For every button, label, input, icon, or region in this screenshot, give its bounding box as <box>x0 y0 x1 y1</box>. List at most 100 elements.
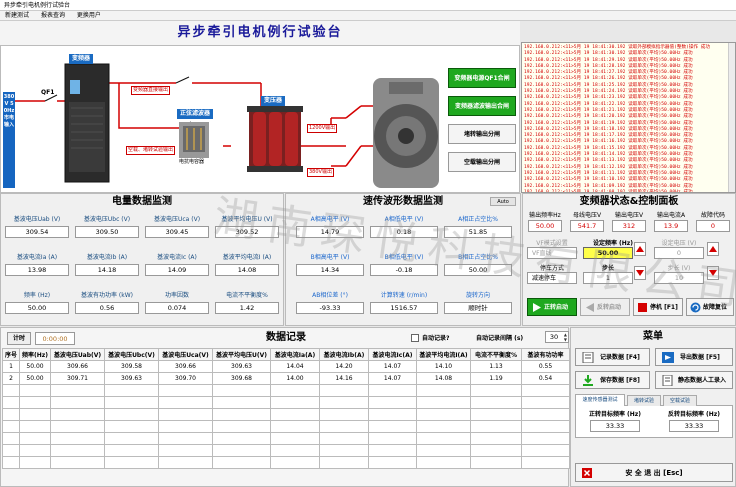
table-cell <box>470 444 522 457</box>
table-cell <box>270 384 320 397</box>
stop-mode-label: 停车方式 <box>539 265 564 272</box>
tab-speed-sensor[interactable]: 速度传感器测试 <box>575 394 625 406</box>
static-data-label: 静态数据人工录入 <box>678 377 727 384</box>
export-data-button[interactable]: 导出数据 [F5] <box>655 348 733 366</box>
step-select[interactable]: 1 <box>583 272 633 284</box>
auto-record-checkbox[interactable] <box>411 334 419 342</box>
no-load-open-button[interactable]: 空载输出分闸 <box>448 152 516 172</box>
fault-reset-button[interactable]: 故障复位 <box>686 298 734 316</box>
speed-value: 1516.57 <box>370 302 438 314</box>
column-header[interactable]: 序号 <box>2 348 20 361</box>
column-header[interactable]: 频率(Hz) <box>19 348 51 361</box>
stop-button[interactable]: 停机 [F1] <box>633 298 683 316</box>
table-cell: 14.16 <box>319 372 369 385</box>
speed-label: AB相位差 (°) <box>312 292 348 299</box>
table-cell <box>416 408 471 421</box>
column-header[interactable]: 基波电压Uab(V) <box>50 348 105 361</box>
qf1-label: QF1 <box>41 89 55 96</box>
interval-input[interactable]: 30 ▲ ▼ <box>545 331 569 343</box>
column-header[interactable]: 基波电流Ib(A) <box>319 348 369 361</box>
filter-output-close-button[interactable]: 变频器滤波输出合闸 <box>448 96 516 116</box>
sine-filter-device <box>179 122 209 158</box>
column-header[interactable]: 基波电流Ic(A) <box>368 348 417 361</box>
set-freq-input[interactable]: 50.00 <box>583 247 633 259</box>
table-cell <box>50 384 105 397</box>
table-cell: 309.68 <box>212 372 271 385</box>
log-scrollbar[interactable] <box>728 43 735 192</box>
table-cell <box>50 420 105 433</box>
event-log: 192.168.0.212:<11>5月 19 18:41:30.192 读取外… <box>521 42 736 193</box>
document-icon <box>662 375 673 386</box>
forward-start-button[interactable]: 正转启动 <box>527 298 577 316</box>
column-header[interactable]: 基波电压Uca(V) <box>158 348 213 361</box>
elec-label: 电流不平衡度% <box>226 292 268 299</box>
fwd-freq-input[interactable]: 33.33 <box>590 420 640 432</box>
table-row[interactable] <box>2 396 570 409</box>
table-cell <box>2 456 20 469</box>
tab-locked-rotor[interactable]: 堵转试验 <box>627 395 661 406</box>
table-row[interactable]: 2 50.00 309.71 309.63 309.70 309.68 14.00 14.16… <box>2 372 570 385</box>
rev-freq-input[interactable]: 33.33 <box>669 420 719 432</box>
static-data-button[interactable]: 静态数据人工录入 <box>655 371 733 389</box>
save-data-button[interactable]: 保存数据 [F8] <box>575 371 650 389</box>
table-cell: 14.10 <box>416 360 471 373</box>
table-cell <box>319 420 369 433</box>
column-header[interactable]: 基波电压Ubc(V) <box>104 348 159 361</box>
table-cell <box>368 444 417 457</box>
motor-image <box>373 78 439 188</box>
table-cell <box>2 384 20 397</box>
spinner-icon[interactable]: ▲ ▼ <box>564 332 567 342</box>
volt-down-button[interactable] <box>707 266 719 280</box>
table-cell <box>270 444 320 457</box>
set-volt-input[interactable]: 0 <box>654 247 704 259</box>
column-header[interactable]: 基波平均电压U(V) <box>212 348 271 361</box>
table-cell <box>104 420 159 433</box>
column-header[interactable]: 基波有功功率 <box>521 348 570 361</box>
vf-mode-select[interactable]: VF直线 <box>527 247 577 259</box>
table-row[interactable] <box>2 384 570 397</box>
table-row[interactable] <box>2 420 570 433</box>
table-cell <box>158 432 213 445</box>
column-header[interactable]: 基波平均电流I(A) <box>416 348 471 361</box>
table-row[interactable] <box>2 444 570 457</box>
tab-no-load[interactable]: 空载试验 <box>663 395 697 406</box>
locked-rotor-open-button[interactable]: 堵转输出分闸 <box>448 124 516 144</box>
column-header[interactable]: 电流不平衡度% <box>470 348 522 361</box>
speed-label: A相高电平 (V) <box>310 216 350 223</box>
column-header[interactable]: 基波电流Ia(A) <box>270 348 320 361</box>
vfd-status-label: 输出频率Hz <box>529 212 561 219</box>
table-row[interactable] <box>2 432 570 445</box>
menu-item-new-test[interactable]: 新建测试 <box>0 11 34 21</box>
record-data-button[interactable]: 记录数据 [F4] <box>575 348 650 366</box>
elec-label: 基波有功功率 (kW) <box>81 292 133 299</box>
elec-value: 14.09 <box>145 264 209 276</box>
table-cell: 14.07 <box>368 372 417 385</box>
speed-label: B相高电平 (V) <box>310 254 350 261</box>
triangle-up-icon <box>709 246 717 252</box>
electric-panel-title: 电量数据监测 <box>112 196 172 207</box>
vfd-status-label: 输出电流A <box>656 212 686 219</box>
menu-item-report[interactable]: 报表查询 <box>36 11 70 21</box>
table-cell <box>19 396 51 409</box>
freq-up-button[interactable] <box>634 242 646 256</box>
stop-mode-select[interactable]: 减速停车 <box>527 272 577 284</box>
table-row[interactable] <box>2 456 570 469</box>
reverse-start-button[interactable]: 反转启动 <box>580 298 630 316</box>
auto-button[interactable]: Auto <box>490 197 516 206</box>
table-cell <box>319 408 369 421</box>
freq-down-button[interactable] <box>634 266 646 280</box>
auto-record-label: 自动记录? <box>422 335 450 342</box>
menu-item-switch-user[interactable]: 更换用户 <box>72 11 106 21</box>
safe-exit-button[interactable]: 安 全 退 出 [Esc] <box>575 463 733 482</box>
timer-button[interactable]: 计时 <box>7 332 31 345</box>
table-row[interactable] <box>2 408 570 421</box>
speed-label: 计算转速 (r/min) <box>380 292 428 299</box>
table-cell <box>470 456 522 469</box>
qf1-close-button[interactable]: 变频器电源QF1合闸 <box>448 68 516 88</box>
vf-mode-label: VF模式设置 <box>536 240 568 247</box>
table-row[interactable]: 1 50.00 309.66 309.58 309.66 309.63 14.04 14.20… <box>2 360 570 373</box>
volt-up-button[interactable] <box>707 242 719 256</box>
table-cell <box>416 456 471 469</box>
table-cell <box>104 444 159 457</box>
step2-select[interactable]: 10 <box>654 272 704 284</box>
